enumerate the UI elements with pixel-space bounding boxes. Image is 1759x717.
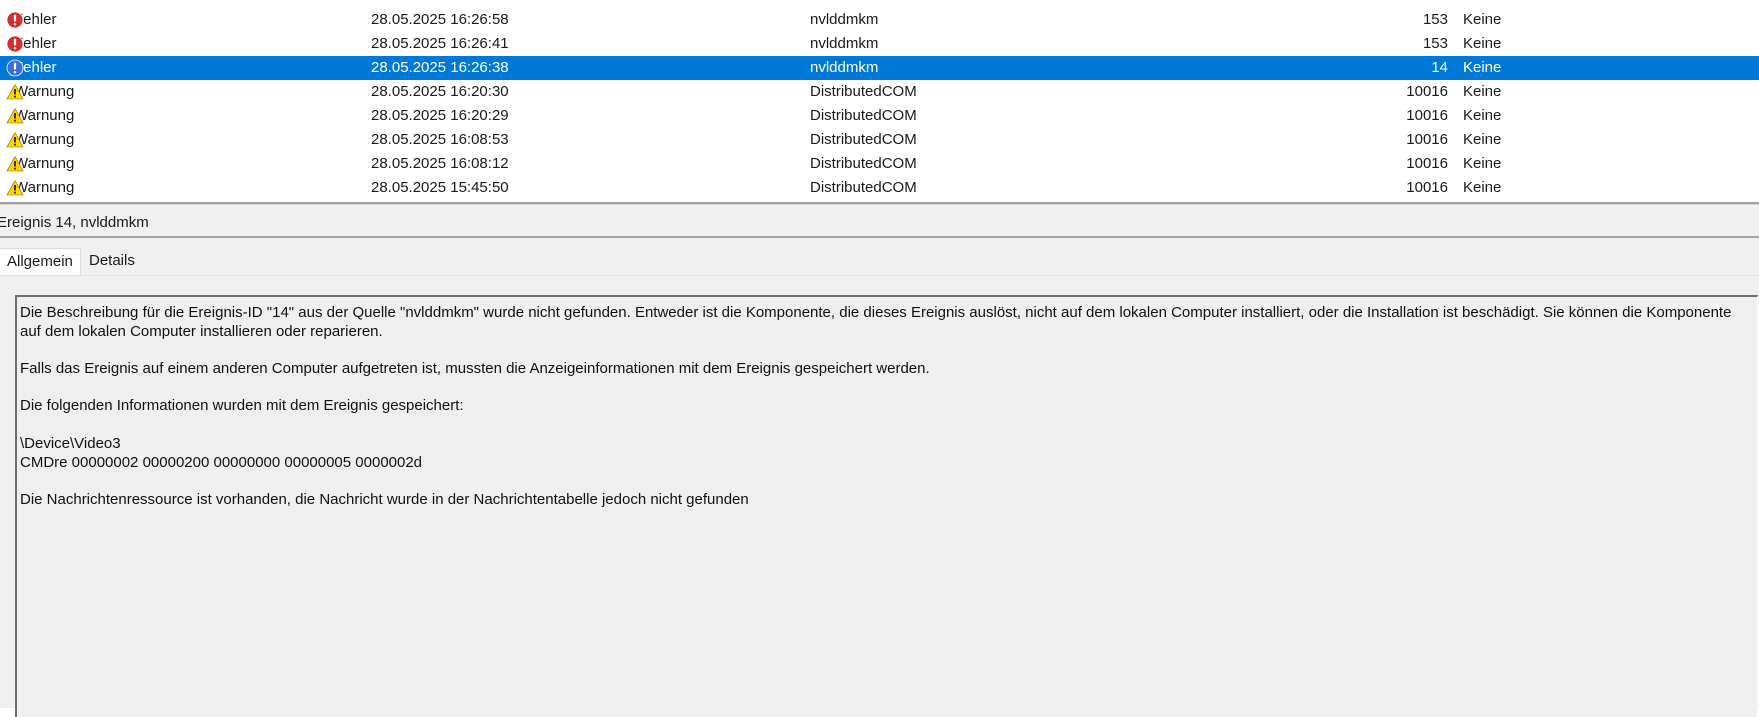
event-level: Warnung (6, 104, 74, 128)
event-source: nvlddmkm (810, 11, 879, 28)
event-date: 28.05.2025 16:26:38 (371, 59, 509, 76)
event-id: 10016 (1406, 107, 1448, 124)
warning-icon (6, 83, 24, 100)
description-line: Die folgenden Informationen wurden mit d… (20, 397, 464, 415)
event-row[interactable]: Fehler 28.05.2025 16:26:58 nvlddmkm 153 Kein… (0, 8, 1759, 32)
event-source: DistributedCOM (810, 155, 917, 172)
event-date: 28.05.2025 16:08:12 (371, 155, 509, 172)
description-line: Falls das Ereignis auf einem anderen Com… (20, 360, 930, 378)
event-id: 10016 (1406, 83, 1448, 100)
event-level: Warnung (6, 176, 74, 200)
event-date: 28.05.2025 16:20:30 (371, 83, 509, 100)
event-list[interactable]: Fehler 28.05.2025 16:26:58 nvlddmkm 153 Kein… (0, 0, 1759, 202)
event-date: 28.05.2025 15:45:50 (371, 179, 509, 196)
description-line: CMDre 00000002 00000200 00000000 0000000… (20, 453, 423, 471)
event-task-category: Keine (1463, 11, 1502, 28)
warning-icon (6, 179, 24, 196)
tab-divider (0, 275, 1759, 276)
warning-icon (6, 155, 24, 172)
event-row[interactable]: Warnung 28.05.2025 16:20:30 DistributedCOM… (0, 80, 1759, 104)
event-task-category: Keine (1463, 155, 1502, 172)
description-line: Die Beschreibung für die Ereignis-ID "14… (20, 304, 1732, 340)
tab-general[interactable]: Allgemein (0, 248, 81, 275)
tab-details[interactable]: Details (88, 248, 136, 274)
event-source: DistributedCOM (810, 107, 917, 124)
event-level: Warnung (6, 152, 74, 176)
event-task-category: Keine (1463, 107, 1502, 124)
error-icon (6, 35, 24, 53)
warning-icon (6, 107, 24, 124)
event-task-category: Keine (1463, 59, 1502, 76)
event-level: Fehler (6, 56, 57, 80)
event-date: 28.05.2025 16:26:41 (371, 35, 509, 52)
event-level: Warnung (6, 80, 74, 104)
description-text: Die Beschreibung für die Ereignis-ID "14… (20, 304, 1745, 510)
description-line: \Device\Video3 (20, 434, 121, 452)
event-task-category: Keine (1463, 179, 1502, 196)
warning-icon (6, 131, 24, 148)
event-source: DistributedCOM (810, 131, 917, 148)
detail-header: Ereignis 14, nvlddmkm (0, 205, 1759, 236)
event-source: nvlddmkm (810, 35, 879, 52)
detail-pane: Allgemein Details Die Beschreibung für d… (0, 238, 1759, 717)
event-level: Fehler (6, 8, 57, 32)
event-date: 28.05.2025 16:20:29 (371, 107, 509, 124)
event-date: 28.05.2025 16:08:53 (371, 131, 509, 148)
event-id: 10016 (1406, 179, 1448, 196)
event-id: 153 (1422, 35, 1448, 52)
error-icon (6, 59, 24, 77)
description-textbox[interactable]: Die Beschreibung für die Ereignis-ID "14… (15, 295, 1758, 717)
description-line: Die Nachrichtenressource ist vorhanden, … (20, 490, 749, 508)
event-row[interactable]: Fehler 28.05.2025 16:26:38 nvlddmkm 14 Keine (0, 56, 1759, 80)
event-task-category: Keine (1463, 83, 1502, 100)
event-row[interactable]: Warnung 28.05.2025 16:08:12 DistributedCOM… (0, 152, 1759, 176)
event-id: 10016 (1406, 155, 1448, 172)
event-id: 10016 (1406, 131, 1448, 148)
event-row[interactable]: Warnung 28.05.2025 16:20:29 DistributedCOM… (0, 104, 1759, 128)
event-row[interactable]: Warnung 28.05.2025 15:45:50 DistributedCOM… (0, 176, 1759, 200)
event-level: Warnung (6, 128, 74, 152)
event-id: 153 (1422, 11, 1448, 28)
event-source: DistributedCOM (810, 83, 917, 100)
event-task-category: Keine (1463, 35, 1502, 52)
event-row[interactable]: Warnung 28.05.2025 16:08:53 DistributedCOM… (0, 128, 1759, 152)
event-task-category: Keine (1463, 131, 1502, 148)
event-level: Fehler (6, 32, 57, 56)
event-row[interactable]: Fehler 28.05.2025 16:26:41 nvlddmkm 153 Kein… (0, 32, 1759, 56)
event-source: nvlddmkm (810, 59, 879, 76)
event-id: 14 (1431, 59, 1448, 76)
event-source: DistributedCOM (810, 179, 917, 196)
error-icon (6, 11, 24, 29)
event-date: 28.05.2025 16:26:58 (371, 11, 509, 28)
